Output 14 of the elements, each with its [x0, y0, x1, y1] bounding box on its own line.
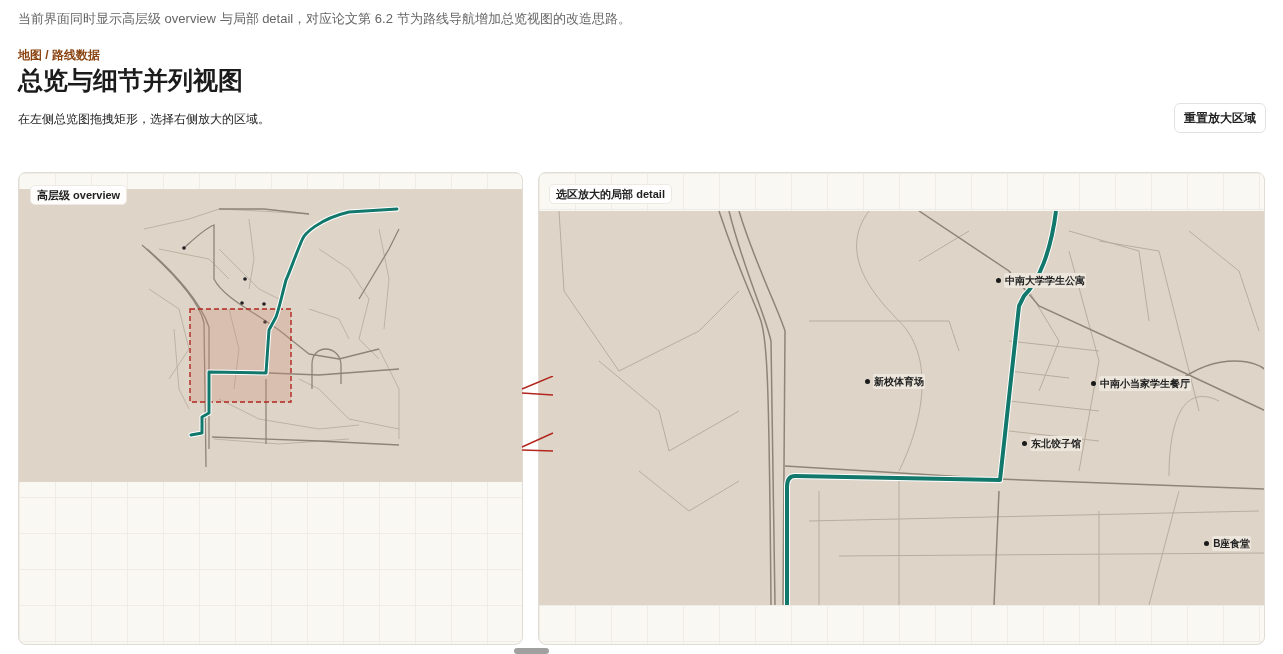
place-label: 中南小当家学生餐厅	[1099, 376, 1192, 391]
panel-label: 选区放大的局部 detail	[549, 184, 672, 204]
place-label: B座食堂	[1212, 536, 1252, 551]
scrollbar-thumb[interactable]	[514, 648, 549, 654]
reset-zoom-button[interactable]: 重置放大区域	[1174, 103, 1266, 133]
breadcrumb: 地图 / 路线数据	[18, 47, 101, 63]
page-title: 总览与细节并列视图	[18, 65, 244, 96]
place-label: 新校体育场	[873, 374, 926, 389]
intro-text: 当前界面同时显示高层级 overview 与局部 detail，对应论文第 6.2 节为路线导航增加总览视图的改造思路。	[18, 10, 632, 28]
panel-label: 高层级 overview	[30, 185, 128, 205]
place-label: 东北饺子馆	[1030, 436, 1083, 451]
selection-rectangle[interactable]	[189, 308, 292, 403]
subtitle: 在左侧总览图拖拽矩形，选择右侧放大的区域。	[18, 111, 270, 127]
place-label: 中南大学学生公寓	[1004, 273, 1087, 288]
